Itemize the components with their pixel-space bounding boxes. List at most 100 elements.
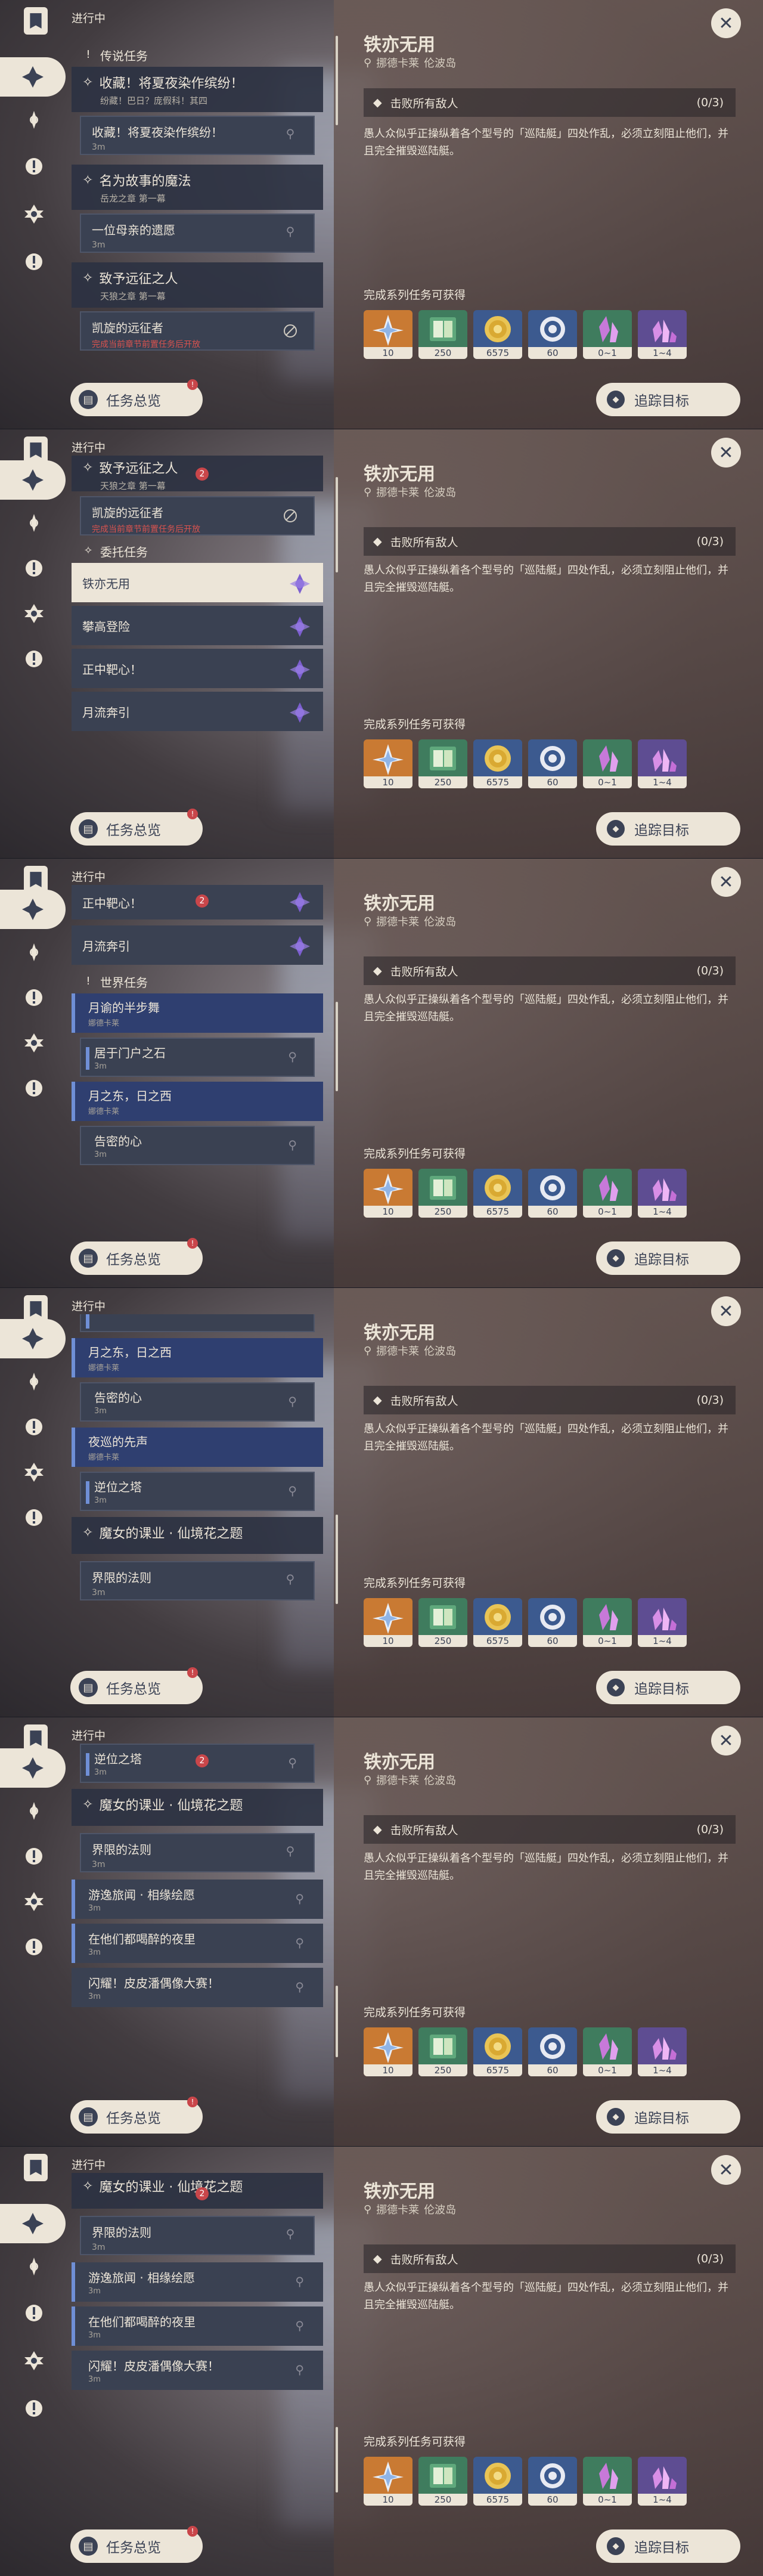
event-quest-item[interactable]: 在他们都喝醉的夜里 3m ⚲ xyxy=(72,2306,323,2346)
sidebar-all-tab[interactable] xyxy=(0,57,66,97)
reward-item[interactable]: 250 xyxy=(418,1169,467,1218)
event-quest-item[interactable]: 在他们都喝醉的夜里 3m ⚲ xyxy=(72,1924,323,1963)
sidebar-world2-tab[interactable] xyxy=(17,1930,51,1964)
world-quest-c-step[interactable]: 逆位之塔 3m ⚲ xyxy=(80,1472,315,1511)
reward-item[interactable]: 250 xyxy=(418,739,467,788)
world-quest-b-step[interactable]: 告密的心 3m ⚲ xyxy=(80,1126,315,1165)
close-button[interactable]: ✕ xyxy=(711,1726,741,1755)
sidebar-event-tab[interactable] xyxy=(17,197,51,231)
commission-item[interactable]: 月流奔引 xyxy=(72,925,323,965)
world-quest-a[interactable]: 月谕的半步舞 娜德卡莱 xyxy=(72,993,323,1033)
sidebar-world-tab[interactable] xyxy=(17,980,51,1015)
close-button[interactable]: ✕ xyxy=(711,867,741,897)
event-quest-item[interactable]: 游逸旅闻 · 相缘绘愿 3m ⚲ xyxy=(72,1880,323,1919)
event-quest-item[interactable]: 游逸旅闻 · 相缘绘愿 3m ⚲ xyxy=(72,2262,323,2302)
quest-3-step[interactable]: 凯旋的远征者 完成当前章节前置任务后开放 xyxy=(80,496,315,535)
sidebar-commission-tab[interactable] xyxy=(17,935,51,970)
reward-item[interactable]: 250 xyxy=(418,2457,467,2506)
list-scrollbar[interactable] xyxy=(336,1515,338,1604)
legend-quest-step[interactable]: 收藏！将夏夜染作缤纷！ 3m ⚲ xyxy=(80,116,315,155)
track-button[interactable]: ◆ 追踪目标 xyxy=(596,383,740,416)
sidebar-all-tab[interactable] xyxy=(0,1319,66,1358)
close-button[interactable]: ✕ xyxy=(711,438,741,467)
sidebar-event-tab[interactable] xyxy=(17,1026,51,1060)
sidebar-archon-tab[interactable] xyxy=(24,2154,48,2181)
reward-item[interactable]: 6575 xyxy=(473,1169,522,1218)
track-button[interactable]: ◆ 追踪目标 xyxy=(596,2100,740,2134)
sidebar-world2-tab[interactable] xyxy=(17,1500,51,1535)
close-button[interactable]: ✕ xyxy=(711,2155,741,2185)
reward-item[interactable]: 0~1 xyxy=(583,1598,632,1647)
reward-item[interactable]: 1~4 xyxy=(638,2457,687,2506)
sidebar-all-tab[interactable] xyxy=(0,460,66,500)
reward-item[interactable]: 1~4 xyxy=(638,1169,687,1218)
reward-item[interactable]: 10 xyxy=(364,310,412,359)
reward-item[interactable]: 10 xyxy=(364,1598,412,1647)
reward-item[interactable]: 0~1 xyxy=(583,310,632,359)
quest-overview-button[interactable]: ▤ 任务总览! xyxy=(70,1238,203,1275)
world-quest-a-step[interactable] xyxy=(80,1314,315,1332)
sidebar-all-tab[interactable] xyxy=(0,890,66,929)
quest-overview-button[interactable]: ▤ 任务总览! xyxy=(70,1667,203,1704)
reward-item[interactable]: 60 xyxy=(528,1169,577,1218)
sidebar-event-tab[interactable] xyxy=(17,1884,51,1919)
quest-overview-button[interactable]: ▤ 任务总览! xyxy=(70,809,203,846)
reward-item[interactable]: 1~4 xyxy=(638,739,687,788)
reward-item[interactable]: 10 xyxy=(364,1169,412,1218)
list-scrollbar[interactable] xyxy=(336,2427,338,2493)
magic-quest-step[interactable]: 界限的法则 3m ⚲ xyxy=(80,1833,315,1872)
reward-item[interactable]: 6575 xyxy=(473,310,522,359)
magic-quest-step[interactable]: 界限的法则 3m ⚲ xyxy=(80,1561,315,1600)
reward-item[interactable]: 0~1 xyxy=(583,2027,632,2076)
reward-item[interactable]: 0~1 xyxy=(583,1169,632,1218)
quest-list[interactable]: ✧ 魔女的课业 · 仙境花之题 界限的法则 3m ⚲ 游逸旅闻 · 相缘绘愿 3m ⚲ 在… xyxy=(67,2173,335,2519)
world-quest-b-step[interactable]: 告密的心 3m ⚲ xyxy=(80,1382,315,1422)
reward-item[interactable]: 10 xyxy=(364,2457,412,2506)
sidebar-event-tab[interactable] xyxy=(17,2343,51,2378)
reward-item[interactable]: 60 xyxy=(528,2457,577,2506)
sidebar-world2-tab[interactable] xyxy=(17,244,51,279)
reward-item[interactable]: 1~4 xyxy=(638,2027,687,2076)
reward-item[interactable]: 6575 xyxy=(473,739,522,788)
reward-item[interactable]: 0~1 xyxy=(583,2457,632,2506)
sidebar-commission-tab[interactable] xyxy=(17,2249,51,2284)
quest-3[interactable]: ✧ 致予远征之人 天狼之章 第一幕 xyxy=(72,262,323,308)
reward-item[interactable]: 6575 xyxy=(473,2027,522,2076)
sidebar-all-tab[interactable] xyxy=(0,1748,66,1788)
magic-quest[interactable]: ✧ 魔女的课业 · 仙境花之题 xyxy=(72,1517,323,1554)
quest-overview-button[interactable]: ▤ 任务总览! xyxy=(70,2526,203,2563)
sidebar-commission-tab[interactable] xyxy=(17,1794,51,1828)
magic-quest[interactable]: ✧ 魔女的课业 · 仙境花之题 xyxy=(72,1789,323,1826)
quest-3-step[interactable]: 凯旋的远征者 完成当前章节前置任务后开放 xyxy=(80,311,315,351)
sidebar-world-tab[interactable] xyxy=(17,2296,51,2330)
event-quest-item[interactable]: 闪耀！皮皮潘偶像大赛！ 3m ⚲ xyxy=(72,2351,323,2390)
quest-list[interactable]: ! 传说任务 ✧ 收藏！将夏夜染作缤纷！ 纷藏！巴日？庞假科！其四 收藏！将夏夜染作缤… xyxy=(67,26,335,372)
reward-item[interactable]: 60 xyxy=(528,739,577,788)
track-button[interactable]: ◆ 追踪目标 xyxy=(596,2529,740,2563)
sidebar-world2-tab[interactable] xyxy=(17,2391,51,2426)
reward-item[interactable]: 10 xyxy=(364,2027,412,2076)
quest-overview-button[interactable]: ▤ 任务总览! xyxy=(70,2097,203,2134)
reward-item[interactable]: 6575 xyxy=(473,2457,522,2506)
commission-item[interactable]: 月流奔引 xyxy=(72,692,323,731)
reward-item[interactable]: 250 xyxy=(418,2027,467,2076)
reward-item[interactable]: 60 xyxy=(528,2027,577,2076)
world-quest-c[interactable]: 夜巡的先声 娜德卡莱 xyxy=(72,1428,323,1467)
world-quest-b[interactable]: 月之东，日之西 娜德卡莱 xyxy=(72,1082,323,1121)
magic-quest-step[interactable]: 界限的法则 3m ⚲ xyxy=(80,2216,315,2255)
list-scrollbar[interactable] xyxy=(336,36,338,125)
quest-list[interactable]: 正中靶心！ 月流奔引 ! 世界任务 月谕的半步舞 娜德卡莱 居于门户之石 3m ⚲ 月之… xyxy=(67,885,335,1231)
sidebar-world-tab[interactable] xyxy=(17,149,51,184)
quest-list[interactable]: ✧ 致予远征之人 天狼之章 第一幕 凯旋的远征者 完成当前章节前置任务后开放 ✧ 委托任… xyxy=(67,456,335,801)
quest-2-step[interactable]: 一位母亲的遗愿 3m ⚲ xyxy=(80,213,315,253)
quest-2[interactable]: ✧ 名为故事的魔法 岳龙之章 第一幕 xyxy=(72,165,323,210)
reward-item[interactable]: 250 xyxy=(418,1598,467,1647)
commission-item[interactable]: 攀高登险 xyxy=(72,606,323,645)
reward-item[interactable]: 1~4 xyxy=(638,1598,687,1647)
reward-item[interactable]: 10 xyxy=(364,739,412,788)
event-quest-item[interactable]: 闪耀！皮皮潘偶像大赛！ 3m ⚲ xyxy=(72,1968,323,2007)
sidebar-commission-tab[interactable] xyxy=(17,506,51,540)
list-scrollbar[interactable] xyxy=(336,1986,338,2057)
sidebar-world-tab[interactable] xyxy=(17,1410,51,1444)
reward-item[interactable]: 6575 xyxy=(473,1598,522,1647)
